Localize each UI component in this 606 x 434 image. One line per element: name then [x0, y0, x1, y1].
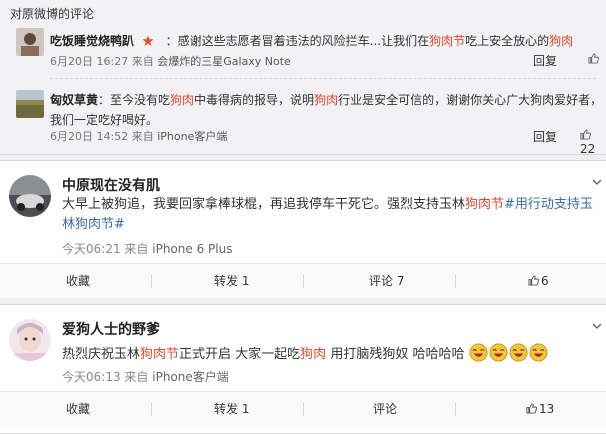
reply-button[interactable]: 回复 — [533, 128, 557, 145]
action-bar: 收藏 转发 1 评论 7 6 — [0, 263, 606, 298]
chevron-down-icon[interactable] — [592, 321, 602, 331]
post-text: 热烈庆祝玉林狗肉节正式开启 大家一起吃狗肉 用打脑残狗奴 哈哈哈哈 — [62, 343, 600, 365]
keyword-link[interactable]: 狗肉 — [549, 34, 573, 48]
keyword-link[interactable]: 狗肉 — [170, 93, 194, 107]
original-weibo-comments: 对原微博的评论 吃饭睡觉烧鸭趴 ：感谢这些志愿者冒着违法的风险拦车...让我们在… — [0, 0, 606, 156]
comment-text: 吃上安全放心的 — [465, 34, 550, 48]
keyword-link[interactable]: 狗肉 — [314, 93, 338, 107]
thumbs-up-icon — [580, 129, 591, 140]
comment-text: ：感谢这些志愿者冒着违法的风险拦车...让我们在 — [165, 34, 430, 48]
laughing-emoji-icon — [469, 343, 489, 362]
comment-button[interactable]: 评论 7 — [369, 264, 404, 298]
avatar[interactable] — [9, 319, 51, 361]
divider — [151, 402, 152, 416]
comment-text: ：至今没有吃 — [98, 93, 171, 107]
divider — [455, 402, 456, 416]
post-meta: 今天06:13 来自 iPhone客户端 — [62, 368, 229, 385]
weibo-card: 中原现在没有肌 大早上被狗追，我要回家拿棒球棍，再追我停车干死它。强烈支持玉林狗… — [0, 160, 606, 298]
avatar[interactable] — [16, 90, 44, 118]
keyword-link[interactable]: 狗肉节 — [429, 34, 465, 48]
comment-item: 吃饭睡觉烧鸭趴 ：感谢这些志愿者冒着违法的风险拦车...让我们在狗肉节吃上安全放… — [10, 28, 606, 72]
section-title: 对原微博的评论 — [10, 7, 95, 21]
post-text-segment: 大早上被狗追，我要回家拿棒球棍，再追我停车干死它。强烈支持玉林 — [62, 197, 466, 212]
post-source[interactable]: iPhone 6 Plus — [152, 242, 232, 256]
thumbs-up-icon — [588, 53, 599, 64]
like-count: 13 — [539, 402, 555, 416]
divider — [151, 274, 152, 288]
divider — [455, 274, 456, 288]
from-label: 来自 — [124, 370, 149, 384]
divider — [303, 274, 304, 288]
comment-date: 6月20日 14:52 — [50, 130, 129, 143]
repost-button[interactable]: 转发 1 — [214, 264, 249, 298]
laughing-emoji-icon — [529, 343, 549, 362]
comment-source[interactable]: iPhone客户端 — [157, 130, 227, 143]
reply-button[interactable]: 回复 — [533, 52, 557, 69]
like-count: 22 — [580, 142, 596, 156]
comment-username[interactable]: 匈奴草黄 — [50, 93, 98, 107]
post-text: 大早上被狗追，我要回家拿棒球棍，再追我停车干死它。强烈支持玉林狗肉节#用行动支持… — [62, 195, 600, 235]
comment-meta: 6月20日 16:27 来自 会爆炸的三星Galaxy Note — [50, 53, 291, 69]
like-button[interactable] — [588, 52, 601, 66]
laughing-emoji-icon — [489, 343, 509, 362]
from-label: 来自 — [131, 130, 154, 143]
weibo-card: 爱狗人士的野爹 热烈庆祝玉林狗肉节正式开启 大家一起吃狗肉 用打脑残狗奴 哈哈哈… — [0, 304, 606, 434]
post-time[interactable]: 今天06:13 — [62, 370, 121, 384]
post-text-segment: 正式开启 大家一起吃 — [179, 347, 301, 362]
action-bar: 收藏 转发 1 评论 13 — [0, 391, 606, 426]
repost-button[interactable]: 转发 1 — [214, 392, 249, 426]
favorite-button[interactable]: 收藏 — [66, 392, 90, 426]
post-username[interactable]: 爱狗人士的野爹 — [62, 319, 160, 339]
post-source[interactable]: iPhone客户端 — [152, 370, 229, 384]
like-button[interactable]: 22 — [580, 128, 606, 156]
comment-item: 匈奴草黄：至今没有吃狗肉中毒得病的报导，说明狗肉行业是安全可信的，谢谢你关心广大… — [10, 88, 606, 156]
divider — [303, 402, 304, 416]
comment-text: 中毒得病的报导，说明 — [194, 93, 315, 107]
comment-button[interactable]: 评论 — [373, 392, 397, 426]
keyword-link[interactable]: 狗肉节 — [465, 197, 504, 212]
favorite-button[interactable]: 收藏 — [66, 264, 90, 298]
comment-meta: 6月20日 14:52 来自 iPhone客户端 — [50, 128, 227, 144]
post-time[interactable]: 今天06:21 — [62, 242, 121, 256]
like-count: 6 — [541, 274, 549, 288]
divider — [50, 78, 596, 79]
post-username[interactable]: 中原现在没有肌 — [62, 175, 160, 195]
comment-date: 6月20日 16:27 — [50, 55, 129, 68]
keyword-link[interactable]: 狗肉 — [300, 347, 326, 362]
like-button[interactable]: 13 — [526, 392, 554, 426]
thumbs-up-icon — [526, 403, 537, 414]
post-text-segment: 用打脑残狗奴 哈哈哈哈 — [326, 347, 465, 362]
avatar[interactable] — [16, 28, 44, 56]
post-meta: 今天06:21 来自 iPhone 6 Plus — [62, 240, 232, 257]
comment-username[interactable]: 吃饭睡觉烧鸭趴 — [50, 34, 134, 48]
from-label: 来自 — [124, 242, 149, 256]
avatar[interactable] — [9, 175, 51, 217]
comment-source[interactable]: 会爆炸的三星Galaxy Note — [157, 55, 291, 68]
thumbs-up-icon — [528, 275, 539, 286]
keyword-link[interactable]: 狗肉节 — [140, 347, 179, 362]
from-label: 来自 — [131, 55, 154, 68]
verified-star-icon — [142, 35, 154, 46]
laughing-emoji-icon — [509, 343, 529, 362]
post-text-segment: 热烈庆祝玉林 — [62, 347, 141, 362]
chevron-down-icon[interactable] — [592, 177, 602, 187]
like-button[interactable]: 6 — [528, 264, 549, 298]
